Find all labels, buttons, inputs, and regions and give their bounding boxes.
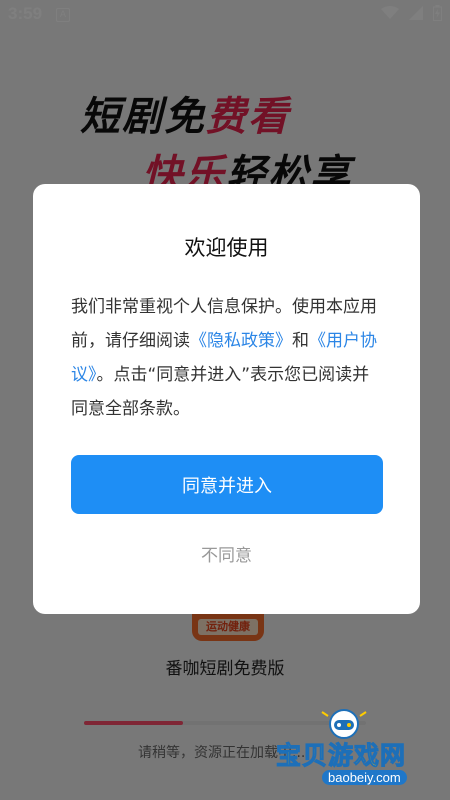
privacy-dialog: 欢迎使用 我们非常重视个人信息保护。使用本应用前，请仔细阅读《隐私政策》和《用户… xyxy=(33,184,420,614)
dialog-title: 欢迎使用 xyxy=(184,236,269,260)
disagree-button[interactable]: 不同意 xyxy=(33,540,420,567)
watermark-text: 宝贝游戏网 xyxy=(275,741,407,771)
watermark-url: baobeiy.com xyxy=(322,770,407,785)
privacy-policy-link[interactable]: 《隐私政策》 xyxy=(190,331,292,351)
dialog-body: 我们非常重视个人信息保护。使用本应用前，请仔细阅读《隐私政策》和《用户协议》。点… xyxy=(71,297,377,419)
watermark: 宝贝游戏网 baobeiy.com xyxy=(270,706,448,796)
agree-and-enter-button[interactable]: 同意并进入 xyxy=(71,455,383,514)
